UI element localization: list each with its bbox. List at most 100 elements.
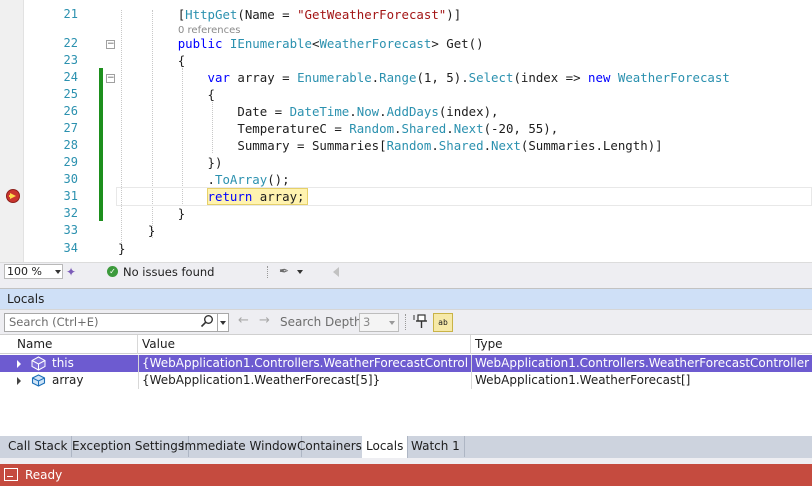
search-input[interactable]: Search (Ctrl+E)	[4, 313, 218, 332]
class-object-icon	[31, 356, 46, 371]
code-token: .	[483, 138, 492, 153]
search-icon[interactable]	[200, 314, 214, 328]
row-value[interactable]: {WebApplication1.Controllers.WeatherFore…	[142, 355, 469, 372]
code-text[interactable]: }	[118, 240, 125, 257]
issues-status[interactable]: No issues found	[123, 265, 214, 279]
code-line[interactable]: 30 .ToArray();	[0, 171, 812, 188]
tab-call-stack[interactable]: Call Stack	[4, 436, 73, 457]
line-number: 33	[63, 223, 78, 237]
code-text[interactable]: TemperatureC = Random.Shared.Next(-20, 5…	[118, 120, 558, 137]
code-cleanup-icon[interactable]: ✒	[279, 264, 289, 278]
code-text[interactable]: {	[118, 52, 185, 69]
search-back-icon[interactable]: ←	[238, 313, 249, 328]
scroll-left-icon[interactable]	[333, 267, 339, 277]
code-token: )]	[446, 7, 462, 22]
tab-locals[interactable]: Locals	[362, 436, 409, 458]
code-text[interactable]: .ToArray();	[118, 171, 290, 188]
code-token: Random	[386, 138, 432, 153]
line-number: 23	[63, 53, 78, 67]
tab-watch-1[interactable]: Watch 1	[407, 436, 465, 457]
table-row[interactable]: array {WebApplication1.WeatherForecast[5…	[0, 372, 812, 389]
expand-icon[interactable]	[17, 360, 21, 368]
code-line[interactable]: 28 Summary = Summaries[Random.Shared.Nex…	[0, 137, 812, 154]
table-row[interactable]: this {WebApplication1.Controllers.Weathe…	[0, 355, 812, 372]
chevron-down-icon[interactable]	[297, 270, 303, 274]
search-forward-icon[interactable]: →	[259, 313, 270, 328]
code-token: Shared	[438, 138, 484, 153]
code-line[interactable]: 22 public IEnumerable<WeatherForecast> G…	[0, 35, 812, 52]
code-line[interactable]: 26 Date = DateTime.Now.AddDays(index),	[0, 103, 812, 120]
code-token: WeatherForecast	[617, 70, 730, 85]
code-line[interactable]: 25 {	[0, 86, 812, 103]
search-placeholder: Search (Ctrl+E)	[9, 315, 99, 329]
code-line[interactable]: 32 }	[0, 205, 812, 222]
code-line[interactable]: 23 {	[0, 52, 812, 69]
line-number: 29	[63, 155, 78, 169]
row-type: WebApplication1.WeatherForecast[]	[475, 373, 691, 387]
code-line[interactable]: 33 }	[0, 222, 812, 239]
output-window-icon[interactable]	[4, 468, 18, 481]
code-token: "GetWeatherForecast"	[297, 7, 447, 22]
copilot-icon[interactable]: ✦	[66, 265, 80, 279]
code-line[interactable]: 34}	[0, 240, 812, 257]
code-token: Now	[356, 104, 380, 119]
code-token: (1, 5).	[416, 70, 469, 85]
row-name: this	[52, 356, 74, 370]
code-token: (index),	[438, 104, 499, 119]
column-divider	[471, 372, 472, 389]
code-token: .	[446, 121, 454, 136]
code-line[interactable]: 31 return array;	[0, 188, 812, 205]
code-token: .	[349, 104, 357, 119]
code-token: {	[207, 87, 215, 102]
column-header-value[interactable]: Value	[138, 335, 471, 354]
line-number: 27	[63, 121, 78, 135]
editor-status-strip: 100 % ✦ ✓ No issues found ✒	[0, 262, 812, 280]
zoom-value: 100 %	[7, 265, 42, 278]
codelens-references[interactable]: 0 references	[178, 25, 241, 36]
hexadecimal-display-icon[interactable]: ab	[433, 313, 453, 332]
code-editor[interactable]: − − 21 [HttpGet(Name = "GetWeatherForeca…	[0, 0, 812, 262]
code-text[interactable]: {	[118, 86, 215, 103]
line-number: 34	[63, 241, 78, 255]
expand-icon[interactable]	[17, 377, 21, 385]
tab-exception-settings[interactable]: Exception Settings	[68, 436, 190, 457]
line-number: 25	[63, 87, 78, 101]
code-line[interactable]: 29 })	[0, 154, 812, 171]
zoom-dropdown[interactable]: 100 %	[4, 264, 63, 279]
row-name: array	[52, 373, 84, 387]
code-token: array =	[237, 70, 298, 85]
code-line[interactable]: 21 [HttpGet(Name = "GetWeatherForecast")…	[0, 6, 812, 23]
column-divider	[138, 355, 139, 372]
locals-grid[interactable]: this {WebApplication1.Controllers.Weathe…	[0, 354, 812, 436]
locals-title-bar: Locals	[0, 288, 812, 309]
code-token: AddDays	[386, 104, 439, 119]
search-depth-dropdown[interactable]: 3	[359, 313, 399, 332]
code-text[interactable]: [HttpGet(Name = "GetWeatherForecast")]	[118, 6, 462, 23]
code-token: (-20, 55),	[483, 121, 559, 136]
code-token: > Get()	[431, 36, 484, 51]
panel-splitter[interactable]	[0, 280, 812, 288]
code-text[interactable]: var array = Enumerable.Range(1, 5).Selec…	[118, 69, 730, 86]
pin-icon[interactable]	[413, 313, 429, 331]
code-text[interactable]: public IEnumerable<WeatherForecast> Get(…	[118, 35, 484, 52]
code-text[interactable]: Date = DateTime.Now.AddDays(index),	[118, 103, 499, 120]
code-text[interactable]: })	[118, 154, 223, 171]
tab-containers[interactable]: Containers	[293, 436, 367, 457]
separator	[267, 266, 268, 278]
code-line[interactable]: 27 TemperatureC = Random.Shared.Next(-20…	[0, 120, 812, 137]
code-text[interactable]: Summary = Summaries[Random.Shared.Next(S…	[118, 137, 662, 154]
row-value[interactable]: {WebApplication1.WeatherForecast[5]}	[142, 372, 469, 389]
code-token: .	[207, 172, 215, 187]
code-text[interactable]: }	[118, 222, 155, 239]
code-text[interactable]: }	[118, 205, 185, 222]
code-text[interactable]: return array;	[118, 188, 305, 205]
column-header-name[interactable]: Name	[13, 335, 138, 354]
code-line[interactable]: 24 var array = Enumerable.Range(1, 5).Se…	[0, 69, 812, 86]
column-header-type[interactable]: Type	[471, 335, 812, 354]
code-token: {	[177, 53, 186, 68]
search-options-dropdown[interactable]	[218, 313, 229, 332]
column-divider	[138, 372, 139, 389]
tab-immediate-window[interactable]: Immediate Window	[177, 436, 302, 457]
